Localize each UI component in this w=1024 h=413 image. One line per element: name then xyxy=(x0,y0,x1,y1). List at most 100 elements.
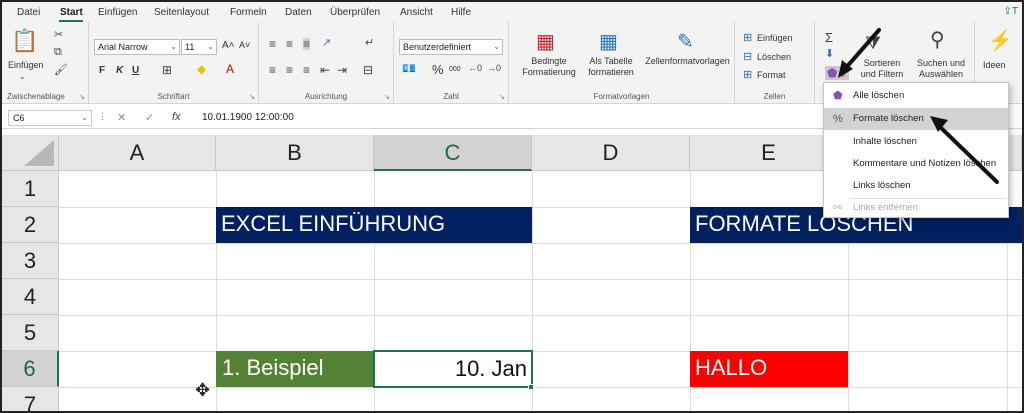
tab-start[interactable]: Start xyxy=(60,7,83,18)
row-header-1[interactable]: 1 xyxy=(2,171,59,207)
format-painter-icon[interactable]: 🖌 xyxy=(54,65,68,76)
cell-styles-button[interactable]: Zellenformatvorlagen xyxy=(640,56,735,67)
column-header-a[interactable]: A xyxy=(59,135,216,171)
cut-icon[interactable]: ✂ xyxy=(54,30,63,41)
column-header-c[interactable]: C xyxy=(374,135,532,171)
shrink-font-button[interactable]: A˅ xyxy=(239,40,250,50)
align-center-icon[interactable]: ≡ xyxy=(286,64,293,76)
row-header-4[interactable]: 4 xyxy=(2,279,59,315)
tab-hilfe[interactable]: Hilfe xyxy=(451,7,471,18)
thousands-button[interactable]: 000 xyxy=(449,66,461,73)
group-clipboard: 📋 Einfügen ⌄ ✂ ⧉ 🖌 Zwischenablage ↘ xyxy=(2,22,89,104)
find-select-button[interactable]: Suchen und Auswählen xyxy=(911,58,971,80)
column-header-b[interactable]: B xyxy=(216,135,374,171)
row-header-7[interactable]: 7 xyxy=(2,387,59,411)
select-all-corner[interactable] xyxy=(2,135,59,171)
decrease-indent-icon[interactable]: ⇤ xyxy=(320,64,330,76)
formula-input[interactable]: 10.01.1900 12:00:00 xyxy=(202,112,294,123)
row-header-5[interactable]: 5 xyxy=(2,315,59,351)
bold-button[interactable]: F xyxy=(99,65,105,76)
dialog-launcher-icon[interactable]: ↘ xyxy=(384,93,390,101)
insert-cells-icon[interactable]: ⊞ xyxy=(743,33,752,44)
menu-item-clear-links[interactable]: Links löschen xyxy=(824,175,1008,197)
conditional-formatting-icon[interactable]: ▦ xyxy=(536,32,555,52)
gridline xyxy=(59,279,1022,280)
cell-b6[interactable]: 1. Beispiel xyxy=(216,351,374,387)
menu-item-clear-formats[interactable]: % Formate löschen xyxy=(824,108,1008,130)
row-header-3[interactable]: 3 xyxy=(2,243,59,279)
fill-icon[interactable]: ⬇ xyxy=(825,49,834,60)
insert-cells-button[interactable]: Einfügen xyxy=(757,33,793,43)
cell-b2-title[interactable]: EXCEL EINFÜHRUNG xyxy=(216,207,532,243)
align-middle-icon[interactable]: ≡ xyxy=(286,38,293,50)
conditional-formatting-button[interactable]: Bedingte Formatierung xyxy=(513,56,585,78)
tab-daten[interactable]: Daten xyxy=(285,7,312,18)
format-as-table-button[interactable]: Als Tabelle formatieren xyxy=(581,56,641,78)
tab-seitenlayout[interactable]: Seitenlayout xyxy=(154,7,209,18)
enter-icon[interactable]: ✓ xyxy=(145,111,154,124)
font-name-select[interactable]: Arial Narrow ⌄ xyxy=(94,39,180,55)
border-icon[interactable]: ⊞ xyxy=(162,64,172,76)
delete-cells-button[interactable]: Löschen xyxy=(757,52,791,62)
copy-icon[interactable]: ⧉ xyxy=(54,47,62,58)
wrap-text-icon[interactable]: ↵ xyxy=(365,38,374,49)
cell-styles-icon[interactable]: ✎ xyxy=(677,32,694,52)
tab-ansicht[interactable]: Ansicht xyxy=(400,7,433,18)
clear-eraser-icon[interactable]: ⬟⌄ xyxy=(825,66,850,80)
format-cells-icon[interactable]: ⊞ xyxy=(743,70,752,81)
row-header-2[interactable]: 2 xyxy=(2,207,59,243)
column-header-d[interactable]: D xyxy=(532,135,690,171)
format-as-table-icon[interactable]: ▦ xyxy=(599,32,618,52)
more-icon: ⋮ xyxy=(98,111,107,121)
tab-einfuegen[interactable]: Einfügen xyxy=(98,7,137,18)
tab-formeln[interactable]: Formeln xyxy=(230,7,267,18)
increase-decimal-icon[interactable]: ←0 xyxy=(468,64,482,73)
delete-cells-icon[interactable]: ⊟ xyxy=(743,52,752,63)
share-icon[interactable]: ⇪T xyxy=(1004,6,1019,17)
align-left-icon[interactable]: ≡ xyxy=(269,64,276,76)
dialog-launcher-icon[interactable]: ↘ xyxy=(79,93,85,101)
font-color-icon[interactable]: A xyxy=(226,63,234,75)
orientation-icon[interactable]: ↗ xyxy=(322,38,331,49)
cell-e6[interactable]: HALLO xyxy=(690,351,848,387)
format-cells-button[interactable]: Format xyxy=(757,70,786,80)
decrease-decimal-icon[interactable]: →0 xyxy=(487,64,501,73)
group-number: Benutzerdefiniert ⌄ 💶 % 000 ←0 →0 Zahl ↘ xyxy=(394,22,509,104)
search-icon[interactable]: ⚲ xyxy=(930,30,945,50)
name-box[interactable]: C6 ⌄ xyxy=(8,110,92,126)
ideas-button[interactable]: Ideen xyxy=(983,60,1006,70)
italic-button[interactable]: K xyxy=(116,65,123,76)
align-bottom-icon[interactable]: ≡ xyxy=(303,38,311,50)
merge-cells-icon[interactable]: ⊟ xyxy=(363,64,373,76)
menu-item-clear-all[interactable]: ⬟ Alle löschen xyxy=(824,85,1008,107)
function-icon[interactable]: fx xyxy=(172,111,181,123)
increase-indent-icon[interactable]: ⇥ xyxy=(337,64,347,76)
align-top-icon[interactable]: ≡ xyxy=(269,38,276,50)
dialog-launcher-icon[interactable]: ↘ xyxy=(249,93,255,101)
menu-item-clear-comments[interactable]: Kommentare und Notizen löschen xyxy=(824,153,1008,175)
align-right-icon[interactable]: ≡ xyxy=(303,64,310,76)
row-header-6[interactable]: 6 xyxy=(2,351,59,387)
cell-c6-active[interactable]: 10. Jan xyxy=(373,350,533,388)
tab-datei[interactable]: Datei xyxy=(17,7,40,18)
autosum-icon[interactable]: Σ xyxy=(825,31,833,44)
percent-button[interactable]: % xyxy=(432,62,444,77)
underline-button[interactable]: U xyxy=(132,65,139,76)
cancel-icon[interactable]: ✕ xyxy=(117,111,126,124)
tab-ueberpruefen[interactable]: Überprüfen xyxy=(330,7,380,18)
currency-icon[interactable]: 💶 xyxy=(402,64,416,75)
lightning-icon[interactable]: ⚡ xyxy=(988,31,1013,51)
sort-filter-icon[interactable]: ⧩ xyxy=(865,34,881,52)
paste-label[interactable]: Einfügen xyxy=(8,60,44,70)
sort-filter-button[interactable]: Sortieren und Filtern xyxy=(855,58,909,80)
font-size-select[interactable]: 11 ⌄ xyxy=(181,39,217,55)
grow-font-button[interactable]: A˄ xyxy=(222,40,235,51)
chevron-down-icon[interactable]: ⌄ xyxy=(19,73,26,81)
dialog-launcher-icon[interactable]: ↘ xyxy=(499,93,505,101)
number-format-select[interactable]: Benutzerdefiniert ⌄ xyxy=(399,39,503,55)
fill-color-icon[interactable]: ◆ xyxy=(197,63,206,75)
menu-item-clear-contents[interactable]: Inhalte löschen xyxy=(824,131,1008,153)
gridline xyxy=(59,315,1022,316)
fill-handle[interactable] xyxy=(528,384,534,390)
paste-icon[interactable]: 📋 xyxy=(11,30,38,52)
